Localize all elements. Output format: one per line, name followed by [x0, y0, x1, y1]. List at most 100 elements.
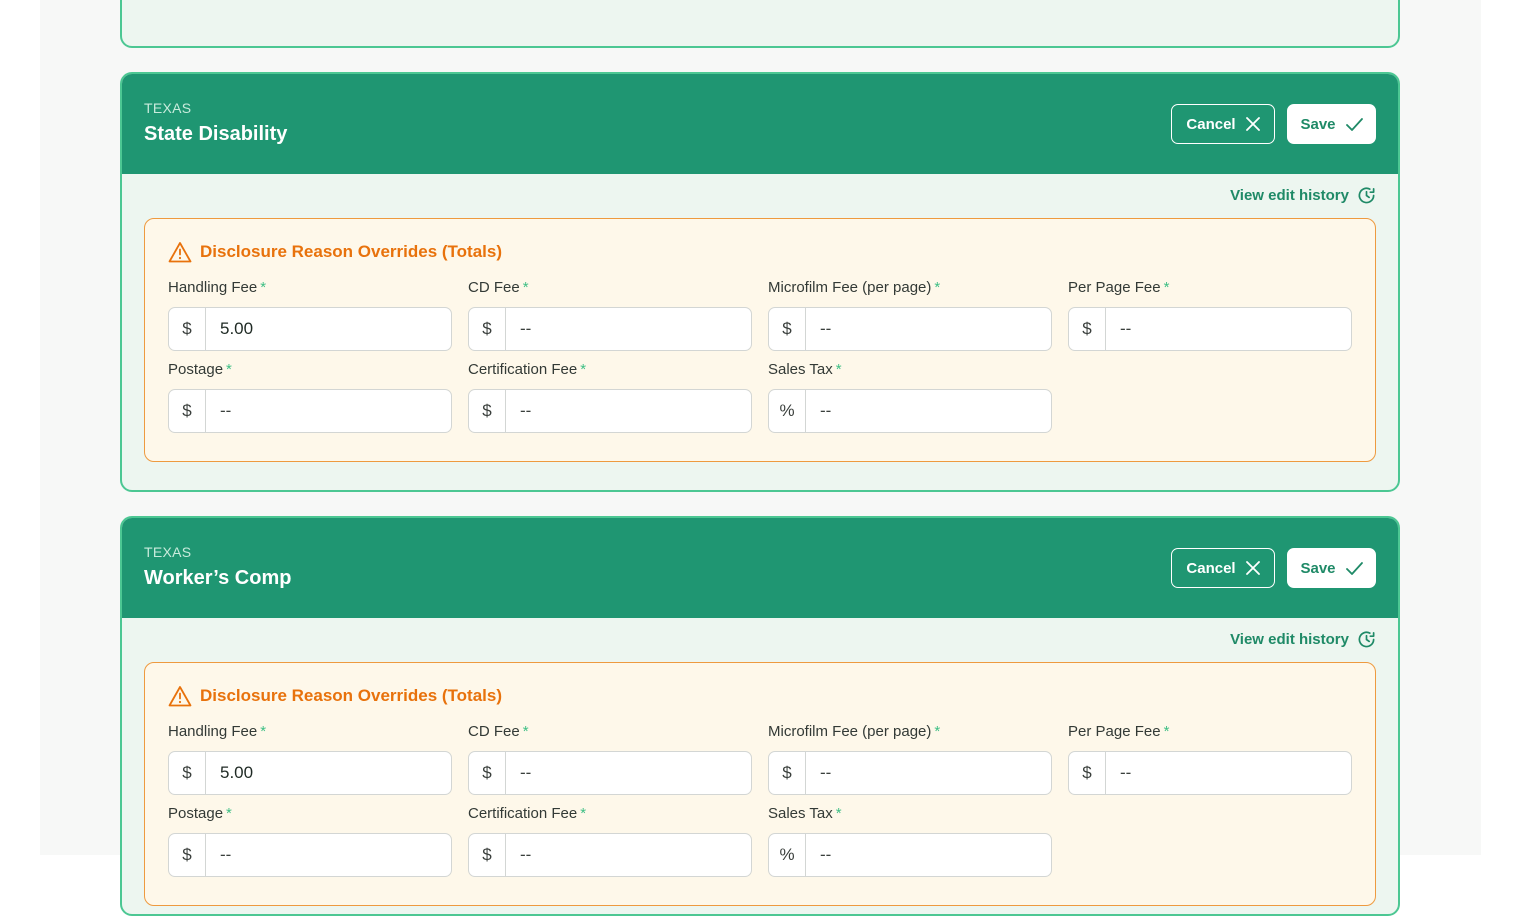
field-handling-fee: Handling Fee * $: [168, 279, 452, 351]
field-label: Microfilm Fee (per page) *: [768, 279, 941, 296]
cancel-label: Cancel: [1186, 115, 1236, 133]
field-certification-fee: Certification Fee * $: [468, 805, 752, 877]
microfilm-fee-input[interactable]: $: [768, 751, 1052, 795]
cd-fee-input[interactable]: $: [468, 751, 752, 795]
certification-fee-input[interactable]: $: [468, 389, 752, 433]
field-label: Sales Tax *: [768, 805, 842, 822]
field-microfilm-fee: Microfilm Fee (per page) * $: [768, 279, 1052, 351]
sales-tax-field[interactable]: [806, 834, 1051, 876]
postage-field[interactable]: [206, 390, 451, 432]
currency-prefix: $: [169, 390, 206, 432]
check-icon: [1345, 117, 1363, 131]
field-sales-tax: Sales Tax * %: [768, 805, 1052, 877]
currency-prefix: $: [769, 752, 806, 794]
warning-icon: [168, 242, 192, 263]
previous-card: [120, 0, 1400, 48]
history-label: View edit history: [1230, 631, 1349, 648]
cd-fee-field[interactable]: [506, 752, 751, 794]
card-title: Worker’s Comp: [144, 567, 292, 589]
override-title-text: Disclosure Reason Overrides (Totals): [200, 242, 503, 261]
certification-fee-field[interactable]: [506, 834, 751, 876]
currency-prefix: $: [769, 308, 806, 350]
save-button[interactable]: Save: [1287, 104, 1376, 144]
field-cd-fee: CD Fee * $: [468, 279, 752, 351]
currency-prefix: $: [469, 752, 506, 794]
handling-fee-input[interactable]: $: [168, 307, 452, 351]
field-postage: Postage * $: [168, 361, 452, 433]
state-label: TEXAS: [144, 100, 192, 116]
override-title: Disclosure Reason Overrides (Totals): [168, 241, 502, 263]
per-page-fee-input[interactable]: $: [1068, 307, 1352, 351]
card-workers-comp: TEXAS Worker’s Comp Cancel Save View edi…: [120, 516, 1400, 916]
card-header: TEXAS State Disability Cancel Save: [122, 74, 1398, 174]
currency-prefix: $: [469, 308, 506, 350]
postage-input[interactable]: $: [168, 833, 452, 877]
field-label: Per Page Fee *: [1068, 723, 1170, 740]
percent-prefix: %: [769, 390, 806, 432]
history-clock-icon: [1358, 631, 1375, 648]
field-label: Certification Fee *: [468, 805, 587, 822]
currency-prefix: $: [169, 752, 206, 794]
card-state-disability: TEXAS State Disability Cancel Save View …: [120, 72, 1400, 492]
currency-prefix: $: [1069, 752, 1106, 794]
view-edit-history-link[interactable]: View edit history: [1230, 186, 1376, 205]
card-title: State Disability: [144, 123, 288, 145]
per-page-fee-field[interactable]: [1106, 308, 1351, 350]
field-label: Handling Fee *: [168, 279, 267, 296]
microfilm-fee-input[interactable]: $: [768, 307, 1052, 351]
field-certification-fee: Certification Fee * $: [468, 361, 752, 433]
override-title: Disclosure Reason Overrides (Totals): [168, 685, 502, 707]
currency-prefix: $: [169, 308, 206, 350]
handling-fee-field[interactable]: [206, 308, 451, 350]
history-clock-icon: [1358, 187, 1375, 204]
postage-field[interactable]: [206, 834, 451, 876]
postage-input[interactable]: $: [168, 389, 452, 433]
field-label: Handling Fee *: [168, 723, 267, 740]
microfilm-fee-field[interactable]: [806, 308, 1051, 350]
save-button[interactable]: Save: [1287, 548, 1376, 588]
certification-fee-field[interactable]: [506, 390, 751, 432]
sales-tax-input[interactable]: %: [768, 389, 1052, 433]
field-label: Postage *: [168, 805, 232, 822]
warning-icon: [168, 686, 192, 707]
override-title-text: Disclosure Reason Overrides (Totals): [200, 686, 503, 705]
close-icon: [1245, 561, 1260, 575]
cancel-button[interactable]: Cancel: [1171, 104, 1275, 144]
cancel-label: Cancel: [1186, 559, 1236, 577]
currency-prefix: $: [169, 834, 206, 876]
field-label: Per Page Fee *: [1068, 279, 1170, 296]
currency-prefix: $: [1069, 308, 1106, 350]
disclosure-overrides-box: Disclosure Reason Overrides (Totals) Han…: [144, 218, 1376, 462]
per-page-fee-input[interactable]: $: [1068, 751, 1352, 795]
field-per-page-fee: Per Page Fee * $: [1068, 723, 1352, 795]
field-label: Microfilm Fee (per page) *: [768, 723, 941, 740]
field-sales-tax: Sales Tax * %: [768, 361, 1052, 433]
view-edit-history-link[interactable]: View edit history: [1230, 630, 1376, 649]
field-label: CD Fee *: [468, 723, 529, 740]
per-page-fee-field[interactable]: [1106, 752, 1351, 794]
save-label: Save: [1300, 115, 1336, 133]
percent-prefix: %: [769, 834, 806, 876]
cancel-button[interactable]: Cancel: [1171, 548, 1275, 588]
certification-fee-input[interactable]: $: [468, 833, 752, 877]
handling-fee-field[interactable]: [206, 752, 451, 794]
state-label: TEXAS: [144, 544, 192, 560]
field-handling-fee: Handling Fee * $: [168, 723, 452, 795]
field-postage: Postage * $: [168, 805, 452, 877]
handling-fee-input[interactable]: $: [168, 751, 452, 795]
cd-fee-field[interactable]: [506, 308, 751, 350]
disclosure-overrides-box: Disclosure Reason Overrides (Totals) Han…: [144, 662, 1376, 906]
currency-prefix: $: [469, 390, 506, 432]
card-header: TEXAS Worker’s Comp Cancel Save: [122, 518, 1398, 618]
sales-tax-input[interactable]: %: [768, 833, 1052, 877]
save-label: Save: [1300, 559, 1336, 577]
sales-tax-field[interactable]: [806, 390, 1051, 432]
microfilm-fee-field[interactable]: [806, 752, 1051, 794]
field-label: Certification Fee *: [468, 361, 587, 378]
check-icon: [1345, 561, 1363, 575]
close-icon: [1245, 117, 1260, 131]
field-label: Sales Tax *: [768, 361, 842, 378]
field-per-page-fee: Per Page Fee * $: [1068, 279, 1352, 351]
field-microfilm-fee: Microfilm Fee (per page) * $: [768, 723, 1052, 795]
cd-fee-input[interactable]: $: [468, 307, 752, 351]
